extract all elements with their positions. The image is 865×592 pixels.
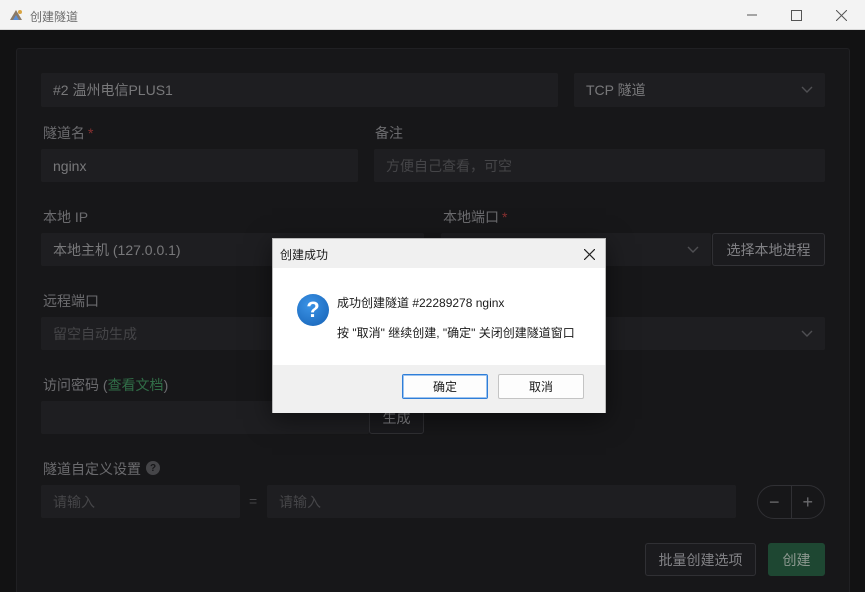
dialog-title: 创建成功 bbox=[280, 248, 329, 262]
dialog-header: 创建成功 bbox=[273, 239, 605, 268]
question-icon: ? bbox=[297, 294, 329, 326]
minimize-button[interactable] bbox=[729, 0, 775, 30]
close-button[interactable] bbox=[818, 0, 864, 30]
dialog-cancel-button[interactable]: 取消 bbox=[498, 374, 584, 399]
dialog-close-button[interactable] bbox=[579, 244, 599, 264]
maximize-button[interactable] bbox=[773, 0, 819, 30]
close-icon bbox=[583, 248, 595, 260]
success-dialog: 创建成功 ? 成功创建隧道 #22289278 nginx 按 "取消" 继续创… bbox=[272, 238, 606, 413]
dialog-body: ? 成功创建隧道 #22289278 nginx 按 "取消" 继续创建, "确… bbox=[273, 268, 605, 365]
title-bar: 创建隧道 bbox=[0, 0, 865, 30]
dialog-ok-button[interactable]: 确定 bbox=[402, 374, 488, 399]
dialog-footer: 确定 取消 bbox=[273, 365, 605, 413]
minimize-icon bbox=[747, 14, 757, 16]
window-title: 创建隧道 bbox=[30, 10, 79, 24]
maximize-icon bbox=[790, 9, 802, 21]
close-icon bbox=[835, 9, 847, 21]
dialog-message-primary: 成功创建隧道 #22289278 nginx bbox=[337, 296, 505, 310]
app-icon bbox=[10, 10, 22, 20]
dialog-message-secondary: 按 "取消" 继续创建, "确定" 关闭创建隧道窗口 bbox=[337, 326, 575, 340]
